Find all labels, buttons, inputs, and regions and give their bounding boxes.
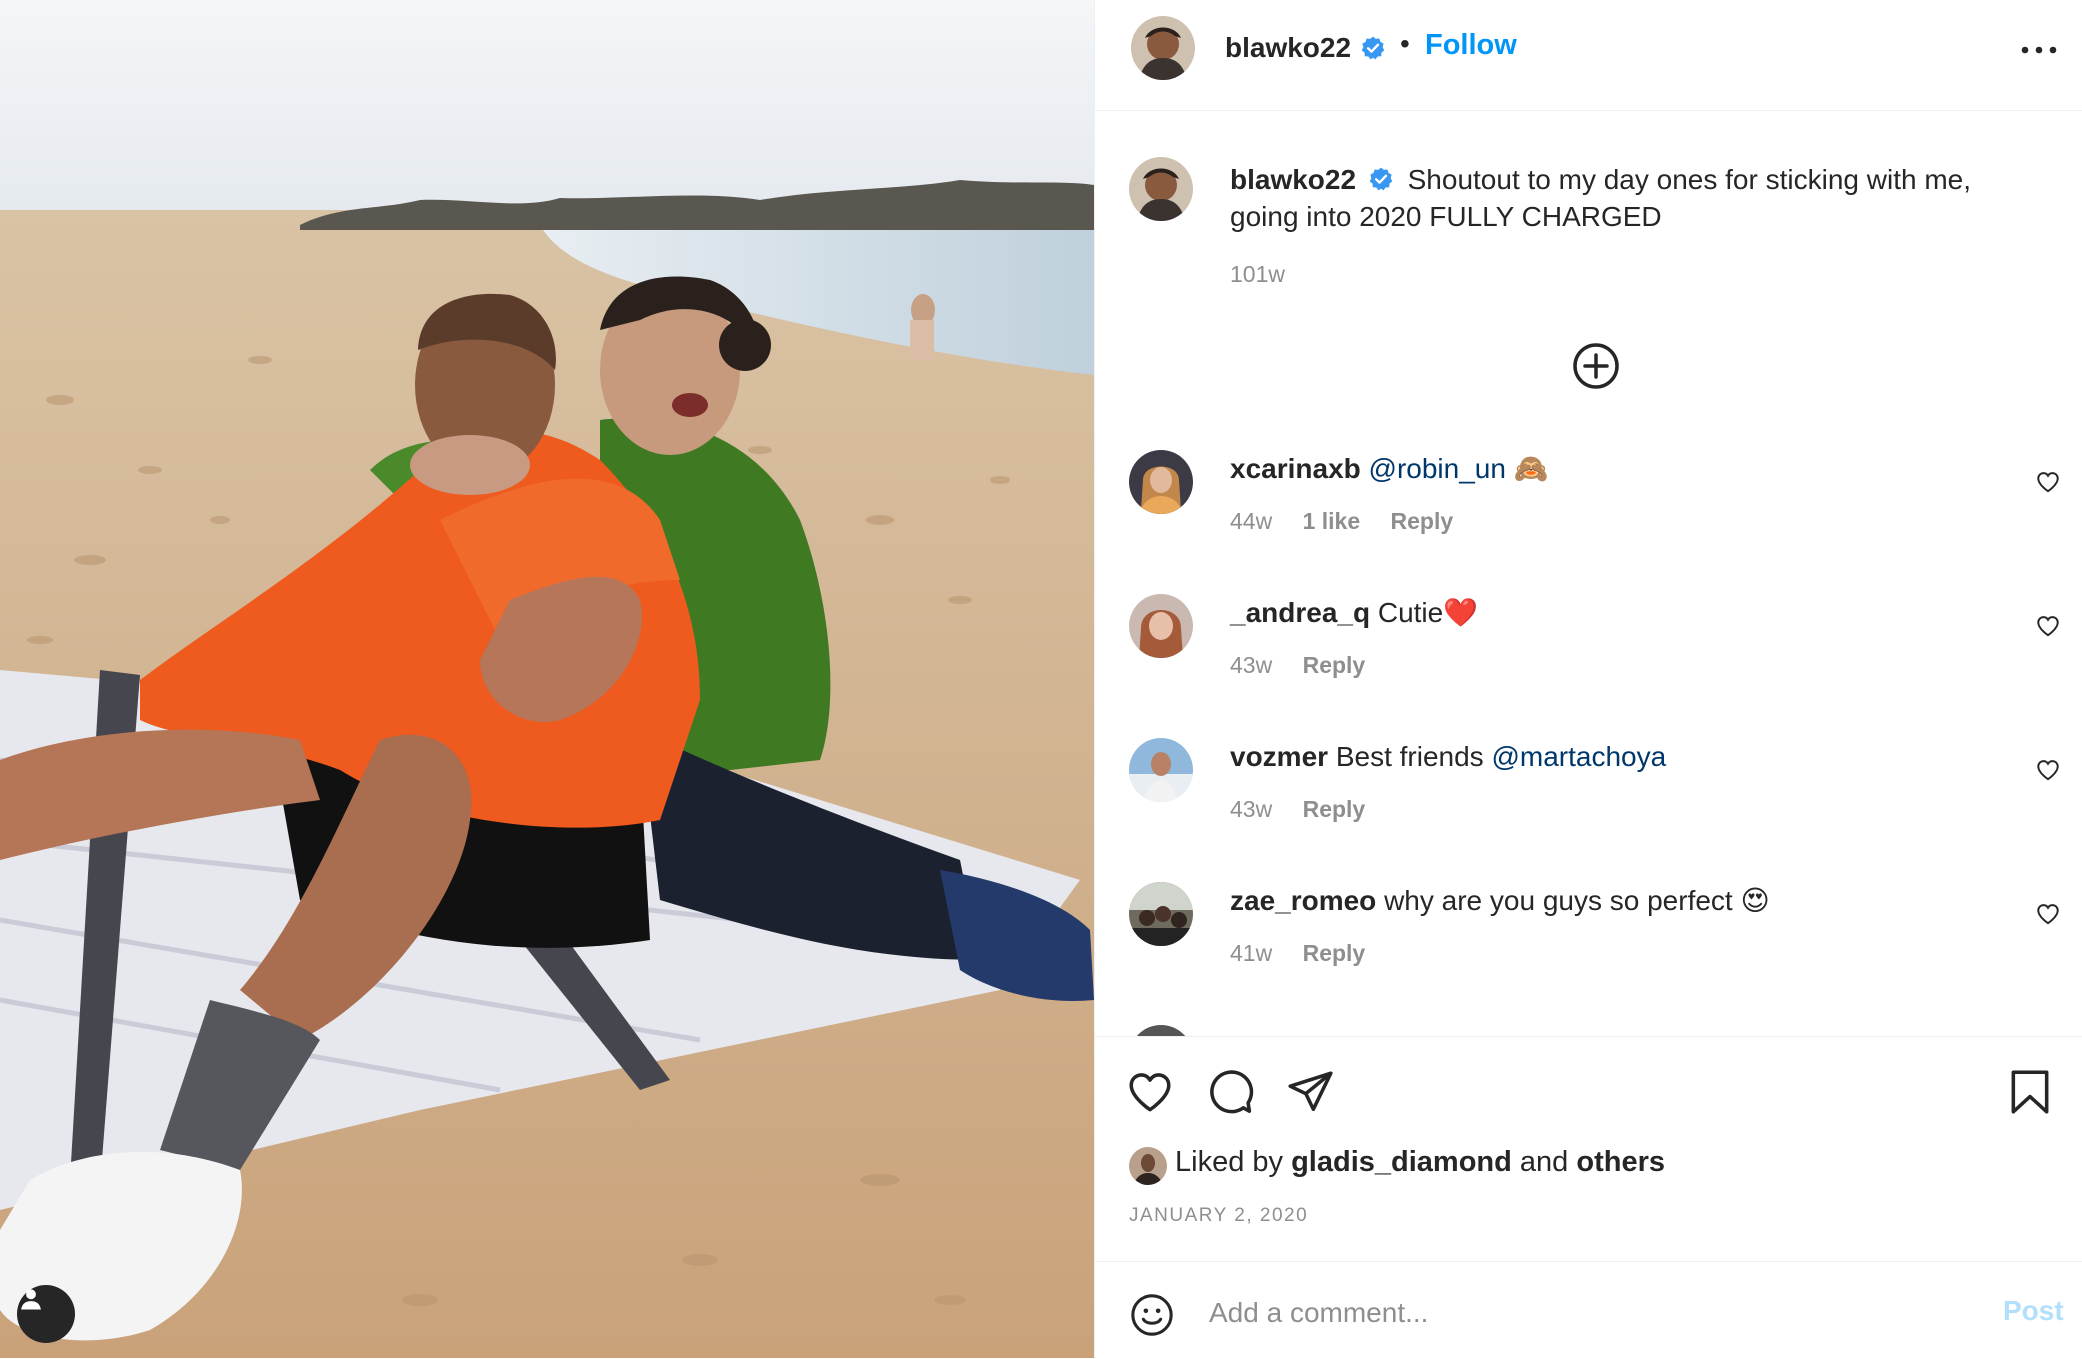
avatar-image	[1129, 882, 1193, 946]
commenter-avatar[interactable]	[1129, 738, 1193, 802]
verified-badge-icon	[1369, 167, 1393, 190]
smiley-icon[interactable]	[1129, 1292, 1175, 1338]
comment-icon[interactable]	[1205, 1067, 1255, 1117]
avatar-image	[1129, 450, 1193, 514]
beach-photo-illustration	[0, 0, 1094, 1358]
bookmark-icon[interactable]	[2005, 1067, 2055, 1117]
comment-emoji: 🙈	[1513, 453, 1549, 484]
post-photo[interactable]	[0, 0, 1094, 1358]
comment-reply-button[interactable]: Reply	[1391, 508, 1454, 534]
post-side-panel: blawko22 • Follow blawko22 Shoutout to m…	[1094, 0, 2082, 1358]
caption-username[interactable]: blawko22	[1230, 164, 1356, 195]
plus-circle-icon[interactable]	[1571, 341, 1621, 391]
header-separator: •	[1400, 28, 1410, 59]
post-header: blawko22 • Follow	[1095, 0, 2082, 111]
comment-input[interactable]	[1207, 1290, 1911, 1336]
follow-button[interactable]: Follow	[1425, 29, 1517, 62]
comments-list[interactable]: blawko22 Shoutout to my day ones for sti…	[1095, 111, 2082, 1036]
post-date[interactable]: JANUARY 2, 2020	[1129, 1205, 1308, 1227]
liked-by-text: Liked by gladis_diamond and others	[1175, 1146, 1665, 1179]
more-options-icon[interactable]	[2017, 38, 2061, 62]
caption-age: 101w	[1230, 261, 1285, 287]
comment-heart-icon[interactable]	[2035, 901, 2061, 927]
caption-avatar[interactable]	[1129, 157, 1193, 221]
comment-meta: 44w 1 like Reply	[1230, 508, 1477, 535]
comment-emoji: 😍	[1740, 885, 1770, 916]
commenter-avatar[interactable]	[1129, 594, 1193, 658]
commenter-avatar[interactable]	[1129, 882, 1193, 946]
liked-by-prefix: Liked by	[1175, 1146, 1284, 1178]
comment-mention[interactable]: @martachoya	[1491, 741, 1666, 772]
post-comment-button[interactable]: Post	[2003, 1295, 2064, 1327]
avatar-image	[1129, 738, 1193, 802]
comment-username[interactable]: zae_romeo	[1230, 885, 1376, 916]
comment-likes-count[interactable]: 1 like	[1303, 508, 1361, 534]
comment-username[interactable]: vozmer	[1230, 741, 1328, 772]
liked-by-middle: and	[1519, 1146, 1569, 1178]
comment-age: 41w	[1230, 940, 1273, 966]
commenter-avatar-partial[interactable]	[1129, 1025, 1193, 1036]
avatar-image	[1129, 1147, 1167, 1185]
caption: blawko22 Shoutout to my day ones for sti…	[1230, 161, 2030, 235]
post-actions: Liked by gladis_diamond and others JANUA…	[1095, 1036, 2082, 1262]
comment-body: zae_romeo why are you guys so perfect 😍	[1230, 882, 1770, 919]
comment-username[interactable]: xcarinaxb	[1230, 453, 1361, 484]
comment-age: 43w	[1230, 652, 1273, 678]
comment-heart-icon[interactable]	[2035, 613, 2061, 639]
comment-heart-icon[interactable]	[2035, 757, 2061, 783]
comment-body: xcarinaxb @robin_un 🙈	[1230, 450, 1549, 487]
comment-reply-button[interactable]: Reply	[1303, 796, 1366, 822]
comment-text: Best friends	[1335, 741, 1484, 772]
comment-reply-button[interactable]: Reply	[1303, 652, 1366, 678]
comment-text: Cutie	[1377, 597, 1444, 628]
liker-avatar[interactable]	[1129, 1147, 1167, 1185]
author-username[interactable]: blawko22	[1225, 32, 1351, 64]
commenter-avatar[interactable]	[1129, 450, 1193, 514]
user-tag-icon	[21, 1289, 41, 1310]
comment-emoji: ❤️	[1443, 597, 1479, 628]
comment-text: why are you guys so perfect	[1384, 885, 1733, 916]
comment-heart-icon[interactable]	[2035, 469, 2061, 495]
comment-username[interactable]: _andrea_q	[1230, 597, 1370, 628]
tag-button[interactable]	[17, 1285, 75, 1343]
author-avatar[interactable]	[1131, 16, 1195, 80]
comment-reply-button[interactable]: Reply	[1303, 940, 1366, 966]
comment-body: vozmer Best friends @martachoya	[1230, 738, 1666, 775]
heart-icon[interactable]	[1125, 1067, 1175, 1117]
send-icon[interactable]	[1285, 1067, 1335, 1117]
comment-age: 43w	[1230, 796, 1273, 822]
verified-badge-icon	[1361, 36, 1385, 60]
add-comment-bar: Post	[1095, 1261, 2082, 1359]
avatar-image	[1131, 16, 1195, 80]
comment-meta: 41w Reply	[1230, 940, 1389, 967]
avatar-image	[1129, 594, 1193, 658]
comment-meta: 43w Reply	[1230, 652, 1389, 679]
comment-meta: 43w Reply	[1230, 796, 1389, 823]
liked-by-user[interactable]: gladis_diamond	[1291, 1146, 1512, 1178]
avatar-image	[1129, 157, 1193, 221]
comment-body: _andrea_q Cutie❤️	[1230, 594, 1478, 631]
comment-mention[interactable]: @robin_un	[1369, 453, 1506, 484]
liked-by-others[interactable]: others	[1576, 1146, 1665, 1178]
comment-age: 44w	[1230, 508, 1273, 534]
